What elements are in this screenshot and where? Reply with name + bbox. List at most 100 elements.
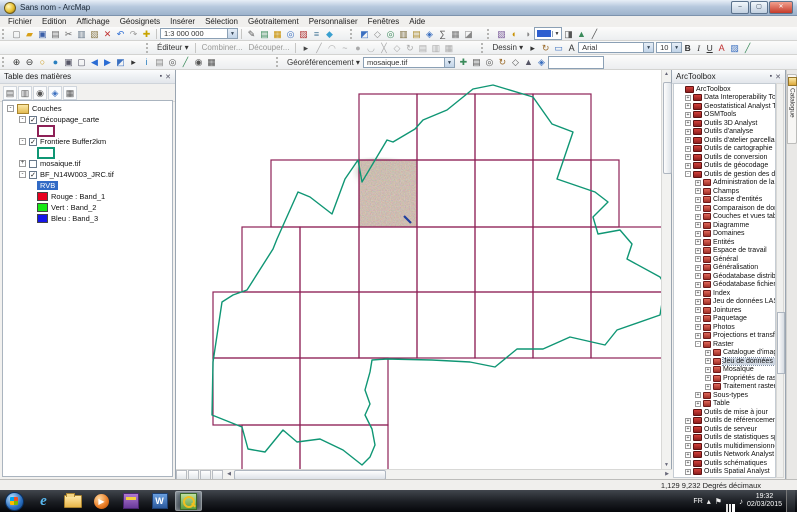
font-size-combo[interactable]: 10 ▼ [656,42,682,53]
chevron-down-icon[interactable]: ▼ [444,58,454,67]
toc-options-icon[interactable]: ▦ [63,86,77,100]
action-center-flag-icon[interactable]: ⚑ [715,497,722,506]
chevron-down-icon[interactable]: ▼ [671,43,681,52]
python-toggle-icon[interactable]: ≡ [310,28,323,40]
toolbox-tree-item[interactable]: + Jointures [674,306,775,315]
expand-toggle[interactable]: + [685,469,691,475]
expand-toggle[interactable]: - [19,138,26,145]
trace-tool-icon[interactable]: ~ [338,42,351,54]
reshape-tool-icon[interactable]: ◡ [364,42,377,54]
catalog-side-tab[interactable]: Catalogue [787,74,797,144]
toc-layer-decoupage[interactable]: - ✓ Découpage_carte [3,114,172,125]
expand-toggle[interactable]: + [685,418,691,424]
menu-item[interactable]: Aide [404,16,430,27]
expand-toggle[interactable]: + [705,367,711,373]
expand-toggle[interactable]: + [685,137,691,143]
modelbuilder-toggle-icon[interactable]: ◆ [323,28,336,40]
statistics-icon[interactable]: ∑ [436,28,449,40]
toolbox-tree-item[interactable]: + Outils multidimensionnels [674,442,775,451]
expand-toggle[interactable]: + [685,129,691,135]
line-color-icon[interactable]: ╱ [741,42,754,54]
select-elements-icon[interactable]: ▸ [526,42,539,54]
identify-icon[interactable]: i [140,56,153,68]
toolbox-tree-item[interactable]: + Outils Network Analyst [674,451,775,460]
map-scale-combo[interactable]: 1:3 000 000 ▼ [160,28,238,39]
attribute-table-icon[interactable]: ▥ [397,28,410,40]
expand-toggle[interactable]: + [695,197,701,203]
toolbox-tree-item[interactable]: + PC200 saisie [674,476,775,478]
toolbox-tree-item[interactable]: + Outils de conversion [674,153,775,162]
new-document-icon[interactable]: ▢ [10,28,23,40]
find-icon[interactable]: ◎ [166,56,179,68]
list-by-visibility-icon[interactable]: ◉ [33,86,47,100]
editor-toolbar-toggle-icon[interactable]: ✎ [245,28,258,40]
start-button[interactable] [1,491,28,511]
toolbar-grip[interactable] [487,29,492,39]
print-icon[interactable]: ▤ [49,28,62,40]
vertical-scrollbar[interactable]: ▲ ▼ [661,70,671,469]
expand-toggle[interactable]: - [695,341,701,347]
menu-item[interactable]: Personnaliser [304,16,363,27]
open-folder-icon[interactable]: ▰ [23,28,36,40]
clip-button[interactable]: Découper... [246,43,293,52]
copy-icon[interactable]: ▥ [75,28,88,40]
expand-toggle[interactable]: + [695,401,701,407]
expand-toggle[interactable]: + [705,375,711,381]
toolbox-tree-item[interactable]: + Propriétés de raster [674,374,775,383]
toolbox-tree-item[interactable]: + Table [674,400,775,409]
effects-icon[interactable]: ▲ [575,28,588,40]
expand-toggle[interactable]: + [705,384,711,390]
zoom-in-icon[interactable]: ⊕ [10,56,23,68]
sketch-properties-icon[interactable]: ▥ [429,42,442,54]
combine-button[interactable]: Combiner... [199,43,246,52]
toolbar-grip[interactable] [2,57,7,67]
refresh-view-button[interactable] [200,470,211,480]
pin-icon[interactable]: ▪ [160,73,162,81]
internet-explorer-button[interactable]: e [30,491,57,511]
minimize-button[interactable]: – [731,1,749,14]
arc-segment-icon[interactable]: ◠ [325,42,338,54]
toolbox-tree-item[interactable]: + Sous-types [674,391,775,400]
point-tool-icon[interactable]: ● [351,42,364,54]
expand-toggle[interactable]: + [695,256,701,262]
toolbox-tree-item[interactable]: + Catalogue d'images [674,349,775,358]
toolbar-grip[interactable] [146,43,151,53]
menu-item[interactable]: Géosignets [115,16,165,27]
toc-band-blue[interactable]: Bleu : Band_3 [3,213,172,224]
toolbox-tree-item[interactable]: - Raster [674,340,775,349]
toolbox-tree-item[interactable]: + Outils d'atelier parcellaire [674,136,775,145]
toolbox-tree-item[interactable]: - Outils de gestion des données [674,170,775,179]
edit-tool-icon[interactable]: ▸ [299,42,312,54]
fixed-zoom-in-icon[interactable]: ▣ [62,56,75,68]
scroll-down-icon[interactable]: ▼ [662,462,671,468]
toolbar-grip[interactable] [481,43,486,53]
taskbar-clock[interactable]: 19:32 02/03/2015 [747,493,782,509]
expand-toggle[interactable]: + [19,160,26,167]
close-icon[interactable]: ✕ [775,73,781,81]
expand-toggle[interactable]: + [685,443,691,449]
toc-rgb-renderer[interactable]: RVB [3,180,172,191]
expand-toggle[interactable]: - [685,171,691,177]
expand-toggle[interactable]: + [695,324,701,330]
layer-visibility-checkbox[interactable]: ✓ [29,138,37,146]
split-tool-icon[interactable]: ◇ [390,42,403,54]
toolbox-tree-item[interactable]: + Outils de statistiques spatiales [674,434,775,443]
expand-toggle[interactable]: + [695,299,701,305]
toolbox-tree-item[interactable]: + Outils schématiques [674,459,775,468]
menu-item[interactable]: Affichage [71,16,114,27]
catalog-toggle-icon[interactable]: ▦ [271,28,284,40]
toolbox-tree-item[interactable]: + OSMTools [674,111,775,120]
toolbox-tree-item[interactable]: + Outils de cartographie [674,145,775,154]
html-popup-icon[interactable]: ▤ [153,56,166,68]
chevron-down-icon[interactable]: ▼ [227,29,237,38]
add-control-points-icon[interactable]: ✚ [457,56,470,68]
toolbox-tree-item[interactable]: + Administration de la géodatabase [674,179,775,188]
close-icon[interactable]: ✕ [165,73,171,81]
toolbox-tree-item[interactable]: + Outils d'analyse [674,128,775,137]
scroll-right-icon[interactable]: ▶ [662,470,672,479]
toolbox-tree-item[interactable]: + Entités [674,238,775,247]
field-calculator-icon[interactable]: ▦ [449,28,462,40]
close-button[interactable]: ✕ [769,1,793,14]
rotate-tool-icon[interactable]: ↻ [403,42,416,54]
expand-toggle[interactable]: + [685,120,691,126]
